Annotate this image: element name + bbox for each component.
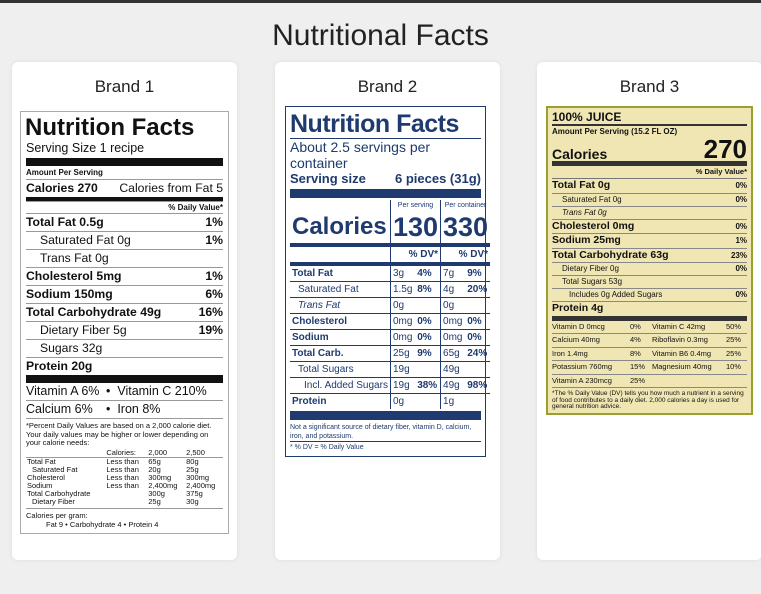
calories-per-serving: 130 [389, 211, 441, 245]
vitamin-row: Iron 1.4mg 8% Vitamin B6 0.4mg 25% [552, 348, 747, 361]
nutrient-row: Total Fat 0.5g 1% [26, 213, 223, 229]
nutrition-label: 100% JUICE Amount Per Serving (15.2 FL O… [546, 106, 753, 415]
nutrient-row: Saturated Fat 0g 1% [26, 231, 223, 249]
nutrition-label: Nutrition Facts About 2.5 servings per c… [285, 106, 491, 457]
brand-card-3: Brand 3 100% JUICE Amount Per Serving (1… [537, 62, 761, 560]
footnote-dv: * % DV = % Daily Value [290, 441, 481, 453]
brand-title: Brand 3 [619, 77, 680, 96]
calories-label: Calories [292, 213, 387, 240]
serving-size: Serving Size 1 recipe [26, 141, 145, 155]
nutrient-row: Cholesterol 0mg 0% [552, 220, 747, 234]
vitamin-row: Calcium 40mg 4% Riboflavin 0.3mg 25% [552, 334, 747, 348]
brand-title: Brand 1 [94, 77, 155, 96]
calories-per-container: 330 [440, 211, 491, 245]
label-heading: Nutrition Facts [25, 114, 195, 141]
dv-header: % Daily Value* [26, 201, 223, 213]
calories-per-gram-values: Fat 9 • Carbohydrate 4 • Protein 4 [46, 520, 159, 529]
footnote: *Percent Daily Values are based on a 2,0… [26, 418, 223, 448]
nutrient-row: Total Carbohydrate 49g 16% [26, 303, 223, 319]
nutrition-table: Per serving Per container Calories 130 330 … [290, 200, 491, 409]
nutrient-row: Total Carbohydrate 63g 23% [552, 249, 747, 263]
brand-card-1: Brand 1 Nutrition Facts Serving Size 1 r… [12, 62, 237, 560]
juice-label: 100% JUICE [552, 110, 622, 124]
brand-card-2: Brand 2 Nutrition Facts About 2.5 servin… [275, 62, 500, 560]
nutrient-row: Sodium 25mg 1% [552, 234, 747, 249]
nutrient-row: Total Sugars 53g [552, 276, 747, 289]
nutrient-row: Trans Fat 0g [552, 207, 747, 220]
vitamin-row: Vitamin A 6% • Vitamin C 210% [26, 384, 207, 398]
calories: Calories 270 [26, 181, 98, 195]
calories-from-fat: Calories from Fat 5 [119, 181, 223, 195]
daily-values-table: Calories: 2,000 2,500 Total Fat Less than 65… [26, 448, 223, 506]
nutrient-row: Dietary Fiber 0g 0% [552, 263, 747, 276]
nutrient-row: Cholesterol 5mg 1% [26, 267, 223, 283]
nutrient-row: Sugars 32g [26, 339, 223, 357]
nutrient-row: Trans Fat 0g [26, 249, 223, 267]
page-title: Nutritional Facts [272, 19, 489, 52]
footnote: *The % Daily Value (DV) tells you how mu… [552, 390, 744, 410]
nutrient-row: Dietary Fiber 5g 19% [26, 321, 223, 339]
dv-header: % Daily Value* [552, 166, 747, 179]
calories-label: Calories [552, 146, 608, 162]
nutrient-row: Protein 20g [26, 357, 223, 375]
nutrient-row: Protein 4g [552, 302, 747, 321]
nutrition-label: Nutrition Facts Serving Size 1 recipe Am… [20, 111, 229, 534]
serving-size: Serving size 6 pieces (31g) [290, 171, 481, 186]
amount-per-serving: Amount Per Serving [26, 168, 103, 177]
nutrient-row: Includes 0g Added Sugars 0% [552, 289, 747, 302]
nutrient-row: Sodium 150mg 6% [26, 285, 223, 301]
nutrient-row: Total Fat 0g 0% [552, 179, 747, 194]
brand-title: Brand 2 [357, 77, 418, 96]
calories-value: 270 [703, 134, 747, 164]
nutrient-row: Saturated Fat 0g 0% [552, 194, 747, 207]
label-heading: Nutrition Facts [290, 110, 459, 138]
calories-per-gram: Calories per gram: [26, 510, 88, 520]
vitamin-row: Vitamin A 230mcg 25% [552, 375, 747, 388]
vitamin-row: Potassium 760mg 15% Magnesium 40mg 10% [552, 361, 747, 375]
calories-row: Calories 270 Calories from Fat 5 [26, 179, 223, 197]
vitamin-row: Vitamin D 0mcg 0% Vitamin C 42mg 50% [552, 321, 747, 334]
footnote: Not a significant source of dietary fibe… [290, 424, 472, 440]
servings-per-container: About 2.5 servings per container [290, 138, 481, 171]
calories-row: Calories 270 [552, 134, 747, 166]
vitamin-row: Calcium 6% • Iron 8% [26, 400, 223, 418]
